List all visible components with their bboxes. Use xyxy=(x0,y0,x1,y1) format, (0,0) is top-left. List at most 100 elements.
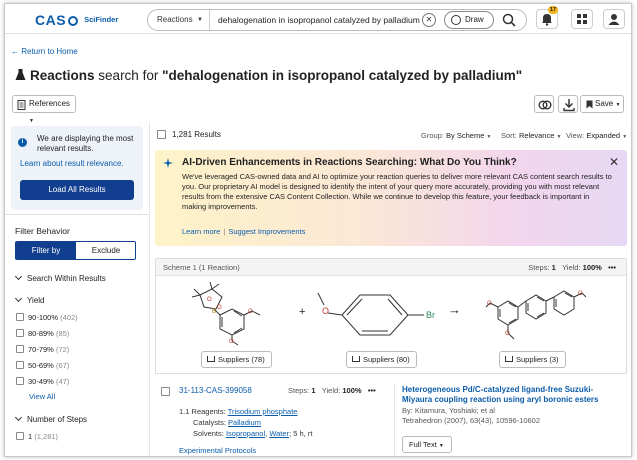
chevron-down-icon: ▼ xyxy=(615,102,621,108)
steps-value: 1 xyxy=(551,263,556,272)
checkbox[interactable] xyxy=(16,313,24,322)
compare-button[interactable] xyxy=(534,95,554,113)
search-input[interactable]: dehalogenation in isopropanol catalyzed … xyxy=(218,10,420,30)
view-label: View: xyxy=(566,131,585,140)
checkbox[interactable] xyxy=(16,329,24,338)
svg-text:O: O xyxy=(248,309,253,315)
option-count: (1,281) xyxy=(34,432,59,441)
bromine-label: Br xyxy=(426,310,435,320)
reactant-2-structure[interactable]: O Br xyxy=(314,289,454,339)
checkbox[interactable] xyxy=(16,377,24,386)
results-count: 1,281 Results xyxy=(157,130,221,140)
suppliers-label: Suppliers (80) xyxy=(363,355,410,364)
reactant-1-structure[interactable]: O O B O O xyxy=(190,281,270,347)
reaction-id-link[interactable]: 31-113-CAS-399058 xyxy=(179,386,252,395)
oxygen-label: O xyxy=(322,306,329,316)
solvents-line: Solvents: Isopropanol, Water; 5 h, rt xyxy=(193,429,313,438)
experimental-protocols-link[interactable]: Experimental Protocols xyxy=(179,446,256,455)
view-dropdown[interactable]: View: Expanded ▼ xyxy=(566,131,627,140)
more-options-icon[interactable]: ••• xyxy=(368,386,376,395)
search-scope-dropdown[interactable]: Reactions ▼ xyxy=(148,10,210,30)
svg-text:O: O xyxy=(207,297,212,303)
return-home-link[interactable]: ← Return to Home xyxy=(11,47,78,56)
svg-text:B: B xyxy=(212,309,216,315)
suppliers-button[interactable]: Suppliers (78) xyxy=(201,351,272,368)
article-title-link[interactable]: Heterogeneous Pd/C-catalyzed ligand-free… xyxy=(402,385,622,405)
sparkle-icon xyxy=(163,158,173,168)
search-scope-label: Reactions xyxy=(157,15,193,24)
yield-option[interactable]: 50-69% (67) xyxy=(16,361,69,370)
option-label: 1 xyxy=(28,432,33,441)
apps-button[interactable] xyxy=(571,9,593,29)
banner-title: AI-Driven Enhancements in Reactions Sear… xyxy=(182,157,517,168)
sort-value: Relevance xyxy=(518,131,555,140)
download-icon xyxy=(563,99,575,112)
results-count-label: 1,281 Results xyxy=(172,130,221,139)
close-icon[interactable]: ✕ xyxy=(609,155,619,169)
filter-behavior-toggle: Filter by Exclude xyxy=(15,241,136,260)
notifications-button[interactable]: 17 xyxy=(536,6,559,29)
logo-mark-icon xyxy=(68,16,79,26)
suggest-improvements-link[interactable]: Suggest Improvements xyxy=(228,227,305,236)
load-all-results-button[interactable]: Load All Results xyxy=(20,180,134,200)
view-all-link[interactable]: View All xyxy=(29,392,55,401)
chevron-down-icon: ▼ xyxy=(622,134,628,140)
cas-logo[interactable]: CAS SciFinder xyxy=(35,12,118,28)
option-label: 70-79% xyxy=(28,345,54,354)
yield-option[interactable]: 90-100% (402) xyxy=(16,313,78,322)
reaction-checkbox[interactable] xyxy=(161,387,170,396)
option-label: 90-100% xyxy=(28,313,59,322)
divider xyxy=(394,384,395,456)
info-icon: i xyxy=(18,138,27,147)
download-button[interactable] xyxy=(558,95,578,113)
steps-section[interactable]: Number of Steps xyxy=(14,413,87,424)
option-count: (72) xyxy=(55,345,70,354)
grid-icon xyxy=(577,14,587,24)
steps-option[interactable]: 1 (1,281) xyxy=(16,432,58,441)
checkbox[interactable] xyxy=(16,432,24,441)
draw-button[interactable]: Draw xyxy=(444,11,494,29)
yield-label: Yield xyxy=(27,296,45,305)
title-query: "dehalogenation in isopropanol catalyzed… xyxy=(162,68,523,83)
yield-option[interactable]: 30-49% (47) xyxy=(16,377,69,386)
catalyst-link[interactable]: Palladium xyxy=(228,418,261,427)
references-dropdown[interactable]: References ▼ xyxy=(12,95,76,124)
chevron-down-icon xyxy=(14,272,23,281)
product-structure[interactable]: O O O xyxy=(484,283,588,347)
suppliers-button[interactable]: Suppliers (3) xyxy=(499,351,566,368)
user-icon xyxy=(608,14,620,25)
full-text-dropdown[interactable]: Full Text ▼ xyxy=(402,436,452,453)
yield-section[interactable]: Yield xyxy=(14,294,45,305)
article-journal: Tetrahedron (2007), 63(43), 10596-10602 xyxy=(402,416,541,425)
suppliers-button[interactable]: Suppliers (80) xyxy=(346,351,417,368)
draw-label: Draw xyxy=(465,15,484,24)
more-options-icon[interactable]: ••• xyxy=(608,263,616,272)
suppliers-label: Suppliers (78) xyxy=(218,355,265,364)
document-icon xyxy=(17,100,26,110)
learn-more-link[interactable]: Learn more xyxy=(182,227,220,236)
reagent-link[interactable]: Trisodium phosphate xyxy=(228,407,298,416)
filter-by-button[interactable]: Filter by xyxy=(16,242,76,259)
search-icon[interactable] xyxy=(501,12,517,28)
relevance-link[interactable]: Learn about result relevance. xyxy=(20,159,124,168)
checkbox[interactable] xyxy=(16,345,24,354)
cart-icon xyxy=(352,356,360,362)
select-all-checkbox[interactable] xyxy=(157,130,166,140)
search-within-section[interactable]: Search Within Results xyxy=(14,272,106,283)
svg-text:O: O xyxy=(229,339,234,345)
save-label: Save xyxy=(595,99,614,108)
sort-dropdown[interactable]: Sort: Relevance ▼ xyxy=(501,131,561,140)
clear-search-icon[interactable]: ✕ xyxy=(422,13,436,27)
yield-option[interactable]: 70-79% (72) xyxy=(16,345,69,354)
solvent-link[interactable]: Isopropanol xyxy=(226,429,265,438)
svg-text:O: O xyxy=(217,305,222,311)
checkbox[interactable] xyxy=(16,361,24,370)
yield-option[interactable]: 80-89% (85) xyxy=(16,329,69,338)
filter-behavior-heading: Filter Behavior xyxy=(15,226,70,236)
group-dropdown[interactable]: Group: By Scheme ▼ xyxy=(421,131,491,140)
user-menu-button[interactable] xyxy=(603,9,625,29)
save-dropdown[interactable]: Save ▼ xyxy=(580,95,624,113)
exclude-button[interactable]: Exclude xyxy=(76,242,135,259)
solvent-link[interactable]: Water xyxy=(269,429,289,438)
separator: | xyxy=(223,227,226,236)
